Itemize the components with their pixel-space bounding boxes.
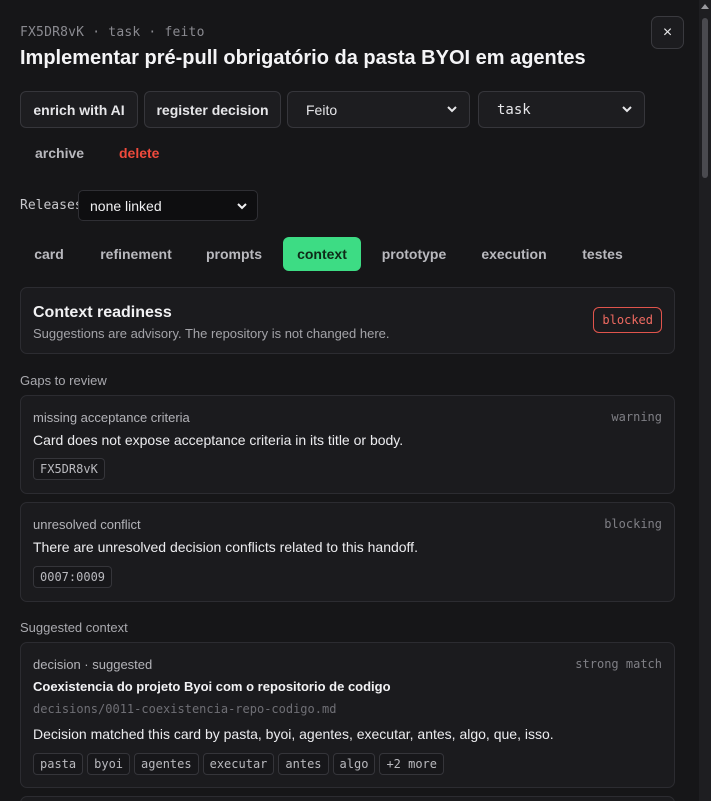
scrollbar[interactable] xyxy=(699,0,711,801)
delete-button[interactable]: delete xyxy=(119,145,159,161)
enrich-with-ai-button[interactable]: enrich with AI xyxy=(20,91,138,128)
type-select[interactable]: task xyxy=(478,91,645,128)
releases-select[interactable]: none linked xyxy=(78,190,258,221)
archive-button[interactable]: archive xyxy=(35,145,84,161)
tab-testes[interactable]: testes xyxy=(570,237,635,271)
tab-card[interactable]: card xyxy=(20,237,78,271)
keyword-chip: byoi xyxy=(87,753,131,775)
gap-severity: warning xyxy=(611,410,662,424)
register-decision-button[interactable]: register decision xyxy=(144,91,281,128)
keyword-chip: pasta xyxy=(33,753,84,775)
tab-prototype[interactable]: prototype xyxy=(370,237,458,271)
type-select-value: task xyxy=(497,101,531,118)
close-icon: × xyxy=(662,23,673,41)
chevron-down-icon xyxy=(622,106,632,113)
tab-execution[interactable]: execution xyxy=(470,237,558,271)
gap-description: There are unresolved decision conflicts … xyxy=(33,539,418,555)
suggested-item: decision · suggested strong match Coexis… xyxy=(20,642,675,788)
page-title: Implementar pré-pull obrigatório da past… xyxy=(20,47,586,69)
gap-item: missing acceptance criteria warning Card… xyxy=(20,395,675,494)
status-select[interactable]: Feito xyxy=(287,91,470,128)
readiness-title: Context readiness xyxy=(33,304,172,321)
more-chips[interactable]: +2 more xyxy=(379,753,445,775)
chevron-down-icon xyxy=(237,203,247,210)
keyword-chip: antes xyxy=(278,753,329,775)
suggested-path: decisions/0011-coexistencia-repo-codigo.… xyxy=(33,702,337,716)
releases-select-value: none linked xyxy=(90,197,162,214)
gap-description: Card does not expose acceptance criteria… xyxy=(33,432,404,448)
tab-prompts[interactable]: prompts xyxy=(194,237,274,271)
gap-type: missing acceptance criteria xyxy=(33,410,190,425)
suggested-item xyxy=(20,796,675,801)
keyword-chip: algo xyxy=(332,753,376,775)
suggested-section-label: Suggested context xyxy=(20,620,128,635)
gap-type: unresolved conflict xyxy=(33,517,141,532)
chevron-down-icon xyxy=(447,106,457,113)
scroll-up-arrow-icon[interactable] xyxy=(701,4,709,9)
gap-ref-chip: 0007:0009 xyxy=(33,566,113,588)
gap-item: unresolved conflict blocking There are u… xyxy=(20,502,675,602)
card-meta: FX5DR8vK · task · feito xyxy=(20,25,205,40)
gap-ref-chip: FX5DR8vK xyxy=(33,458,105,480)
tab-refinement[interactable]: refinement xyxy=(88,237,184,271)
close-button[interactable]: × xyxy=(651,16,684,49)
card-detail-panel: FX5DR8vK · task · feito Implementar pré-… xyxy=(0,0,699,801)
status-badge: blocked xyxy=(593,307,662,333)
gaps-section-label: Gaps to review xyxy=(20,373,107,388)
suggested-kind: decision · suggested xyxy=(33,657,153,672)
scrollbar-thumb[interactable] xyxy=(702,18,708,178)
suggested-title[interactable]: Coexistencia do projeto Byoi com o repos… xyxy=(33,679,391,694)
match-strength: strong match xyxy=(575,657,662,671)
readiness-subtitle: Suggestions are advisory. The repository… xyxy=(33,326,390,341)
keyword-chip: agentes xyxy=(134,753,199,775)
releases-label: Releases xyxy=(20,198,83,213)
keyword-chips: pasta byoi agentes executar antes algo +2 more xyxy=(33,753,448,775)
keyword-chip: executar xyxy=(202,753,275,775)
status-select-value: Feito xyxy=(306,101,338,118)
context-readiness-card: Context readiness Suggestions are adviso… xyxy=(20,287,675,354)
gap-severity: blocking xyxy=(604,517,662,531)
tab-context[interactable]: context xyxy=(283,237,361,271)
suggested-description: Decision matched this card by pasta, byo… xyxy=(33,726,554,742)
